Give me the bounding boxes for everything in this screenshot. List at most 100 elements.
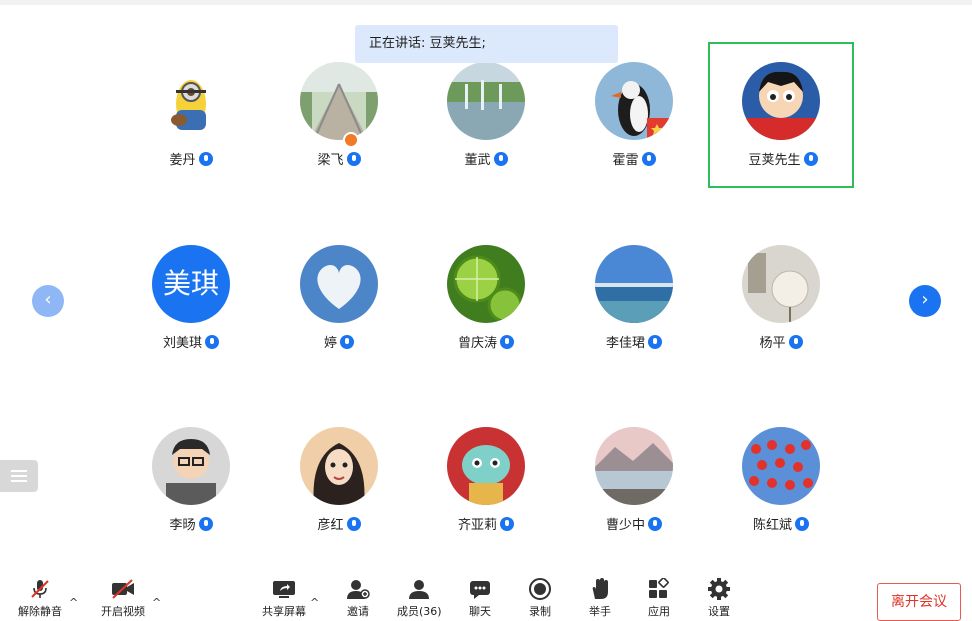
settings-button[interactable]: 设置 bbox=[707, 578, 731, 619]
chevron-right-icon: › bbox=[921, 289, 929, 310]
invite-button[interactable]: 邀请 bbox=[346, 578, 370, 619]
participant-tile[interactable]: 婷 bbox=[266, 225, 412, 371]
participant-name-row: 曹少中 bbox=[561, 514, 707, 533]
participant-name: 曾庆涛 bbox=[457, 336, 497, 351]
members-button[interactable]: 成员(36) bbox=[397, 578, 442, 619]
participant-name: 婷 bbox=[323, 336, 337, 351]
start-video-button[interactable]: 开启视频 bbox=[101, 578, 145, 619]
participant-tile[interactable]: 霍雷 bbox=[561, 42, 707, 188]
participant-tile[interactable]: 杨平 bbox=[708, 225, 854, 371]
participant-name: 李旸 bbox=[169, 518, 196, 533]
participant-name: 齐亚莉 bbox=[457, 518, 497, 533]
participant-name: 曹少中 bbox=[605, 518, 645, 533]
settings-label: 设置 bbox=[708, 605, 730, 618]
participant-name-row: 姜丹 bbox=[118, 149, 264, 168]
mic-muted-icon bbox=[31, 580, 49, 598]
participant-name: 梁飞 bbox=[317, 153, 344, 168]
share-screen-label: 共享屏幕 bbox=[262, 605, 306, 618]
mic-icon bbox=[648, 516, 662, 531]
chat-icon bbox=[470, 581, 490, 599]
share-screen-button[interactable]: 共享屏幕 bbox=[262, 578, 306, 619]
participant-tile[interactable]: 姜丹 bbox=[118, 42, 264, 188]
apps-label: 应用 bbox=[648, 605, 670, 618]
participant-grid: 姜丹 梁飞 董武 霍雷 豆荚先生 美琪 刘美琪 婷 曾庆涛 李佳珺 杨平 李旸 … bbox=[0, 0, 972, 560]
unmute-button[interactable]: 解除静音 bbox=[18, 578, 62, 619]
chat-button[interactable]: 聊天 bbox=[468, 578, 492, 619]
hand-icon bbox=[592, 578, 608, 599]
mic-icon bbox=[340, 334, 354, 349]
mic-icon bbox=[803, 151, 818, 166]
avatar bbox=[595, 62, 673, 140]
apps-button[interactable]: 应用 bbox=[647, 578, 671, 619]
participant-tile[interactable]: 彦红 bbox=[266, 407, 412, 553]
speaking-banner: 正在讲话: 豆荚先生; bbox=[355, 25, 618, 63]
participant-tile[interactable]: 董武 bbox=[413, 42, 559, 188]
mic-icon bbox=[648, 334, 662, 349]
participant-tile[interactable]: 陈红斌 bbox=[708, 407, 854, 553]
unmute-label: 解除静音 bbox=[18, 605, 62, 618]
record-button[interactable]: 录制 bbox=[528, 578, 552, 619]
invite-label: 邀请 bbox=[347, 605, 369, 618]
chevron-up-icon[interactable]: ^ bbox=[310, 596, 319, 609]
participant-tile-active-speaker[interactable]: 豆荚先生 bbox=[708, 42, 854, 188]
participant-name: 董武 bbox=[464, 153, 491, 168]
chevron-up-icon[interactable]: ^ bbox=[69, 596, 78, 609]
record-label: 录制 bbox=[529, 605, 551, 618]
avatar bbox=[595, 245, 673, 323]
participant-name-row: 婷 bbox=[266, 332, 412, 351]
apps-icon bbox=[649, 578, 669, 598]
mic-icon bbox=[641, 151, 656, 166]
participant-name: 杨平 bbox=[759, 336, 786, 351]
participant-name-row: 李佳珺 bbox=[561, 332, 707, 351]
mic-icon bbox=[346, 151, 361, 166]
record-icon bbox=[529, 578, 551, 600]
avatar bbox=[152, 62, 230, 140]
mic-icon bbox=[198, 151, 213, 166]
participant-tile[interactable]: 李佳珺 bbox=[561, 225, 707, 371]
participant-tile[interactable]: 齐亚莉 bbox=[413, 407, 559, 553]
bottom-toolbar: 解除静音 ^ 开启视频 ^ 共享屏幕 ^ 邀请 成员(36) 聊天 录制 举手 … bbox=[0, 560, 972, 621]
sidebar-toggle-button[interactable] bbox=[0, 460, 38, 492]
chevron-up-icon[interactable]: ^ bbox=[152, 596, 161, 609]
participant-name-row: 董武 bbox=[413, 149, 559, 168]
participant-tile[interactable]: 李旸 bbox=[118, 407, 264, 553]
participant-name-row: 陈红斌 bbox=[708, 514, 854, 533]
gear-icon bbox=[708, 578, 730, 600]
mic-icon bbox=[205, 334, 219, 349]
video-off-icon bbox=[112, 579, 134, 599]
participant-tile[interactable]: 曹少中 bbox=[561, 407, 707, 553]
avatar bbox=[300, 245, 378, 323]
participant-tile[interactable]: 美琪 刘美琪 bbox=[118, 225, 264, 371]
members-icon bbox=[409, 580, 430, 599]
mic-icon bbox=[500, 334, 514, 349]
participant-name-row: 杨平 bbox=[708, 332, 854, 351]
share-screen-icon bbox=[273, 581, 295, 598]
avatar bbox=[742, 427, 820, 505]
participant-name: 豆荚先生 bbox=[748, 153, 801, 168]
participant-name: 霍雷 bbox=[612, 153, 639, 168]
raise-hand-label: 举手 bbox=[589, 605, 611, 618]
avatar bbox=[300, 62, 378, 140]
participant-name-row: 刘美琪 bbox=[118, 332, 264, 351]
participant-name-row: 彦红 bbox=[266, 514, 412, 533]
avatar bbox=[595, 427, 673, 505]
add-user-icon bbox=[347, 580, 370, 599]
participant-tile[interactable]: 曾庆涛 bbox=[413, 225, 559, 371]
raise-hand-button[interactable]: 举手 bbox=[588, 578, 612, 619]
avatar bbox=[742, 62, 820, 140]
avatar bbox=[152, 427, 230, 505]
participant-name-row: 李旸 bbox=[118, 514, 264, 533]
participant-tile[interactable]: 梁飞 bbox=[266, 42, 412, 188]
participant-name: 刘美琪 bbox=[162, 336, 202, 351]
avatar bbox=[742, 245, 820, 323]
next-page-button[interactable]: › bbox=[909, 285, 941, 317]
chat-label: 聊天 bbox=[469, 605, 491, 618]
avatar-initials: 美琪 bbox=[152, 245, 230, 323]
mic-icon bbox=[198, 516, 213, 531]
participant-name-row: 梁飞 bbox=[266, 149, 412, 168]
mic-icon bbox=[500, 516, 514, 531]
previous-page-button[interactable]: ‹ bbox=[32, 285, 64, 317]
host-badge-icon bbox=[343, 132, 359, 148]
leave-meeting-button[interactable]: 离开会议 bbox=[877, 583, 961, 621]
participant-name: 姜丹 bbox=[169, 153, 196, 168]
